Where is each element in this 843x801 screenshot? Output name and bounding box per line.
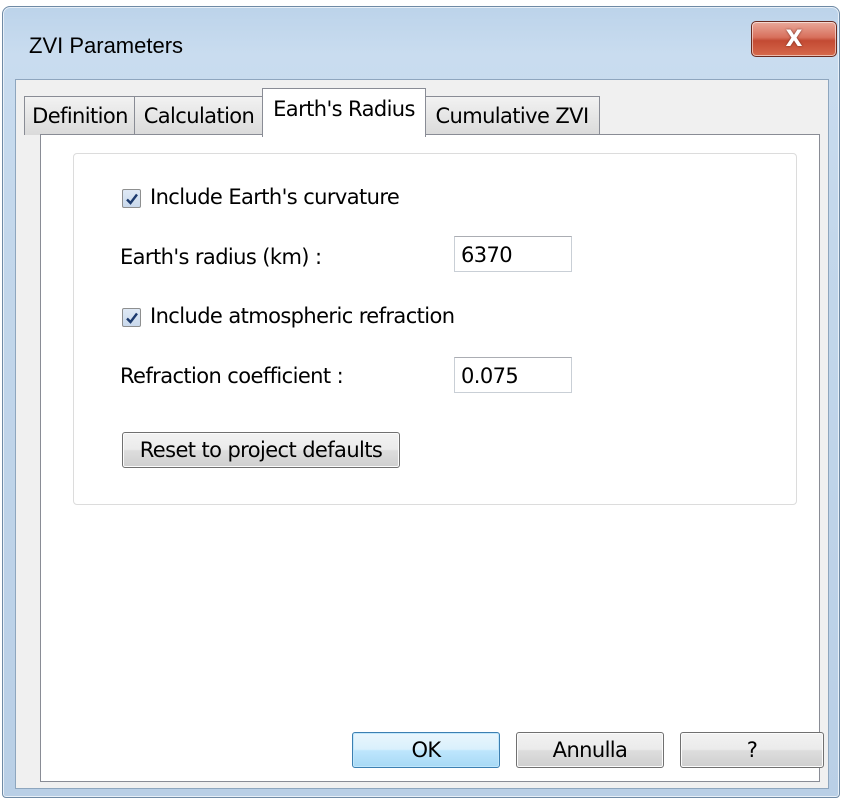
- refraction-coefficient-input[interactable]: 0.075: [454, 357, 572, 393]
- include-refraction-checkbox[interactable]: [122, 308, 141, 327]
- tab-earths-radius[interactable]: Earth's Radius: [262, 88, 426, 137]
- checkmark-icon: [125, 193, 138, 205]
- close-button[interactable]: X: [751, 21, 837, 57]
- earth-radius-label: Earth's radius (km) :: [120, 245, 322, 269]
- cancel-button[interactable]: Annulla: [516, 732, 664, 768]
- tab-page-earths-radius: Include Earth's curvature Earth's radius…: [40, 134, 820, 782]
- title-bar[interactable]: ZVI Parameters X: [3, 7, 839, 79]
- include-refraction-label[interactable]: Include atmospheric refraction: [150, 304, 455, 328]
- checkmark-icon: [125, 312, 138, 324]
- refraction-coefficient-label: Refraction coefficient :: [120, 364, 344, 388]
- ok-button[interactable]: OK: [352, 732, 500, 768]
- tab-cumulative-zvi[interactable]: Cumulative ZVI: [424, 96, 600, 135]
- close-icon: X: [785, 26, 803, 52]
- tab-calculation[interactable]: Calculation: [134, 96, 264, 135]
- tab-definition[interactable]: Definition: [24, 96, 136, 135]
- dialog-client-area: Definition Calculation Earth's Radius Cu…: [15, 79, 829, 789]
- dialog-window: ZVI Parameters X Definition Calculation …: [2, 6, 840, 798]
- earth-radius-input[interactable]: 6370: [454, 236, 572, 272]
- reset-to-defaults-button[interactable]: Reset to project defaults: [122, 432, 400, 468]
- include-curvature-checkbox[interactable]: [122, 189, 141, 208]
- include-curvature-label[interactable]: Include Earth's curvature: [150, 185, 400, 209]
- settings-group: Include Earth's curvature Earth's radius…: [73, 153, 797, 505]
- window-title: ZVI Parameters: [29, 33, 184, 58]
- help-button[interactable]: ?: [680, 732, 824, 768]
